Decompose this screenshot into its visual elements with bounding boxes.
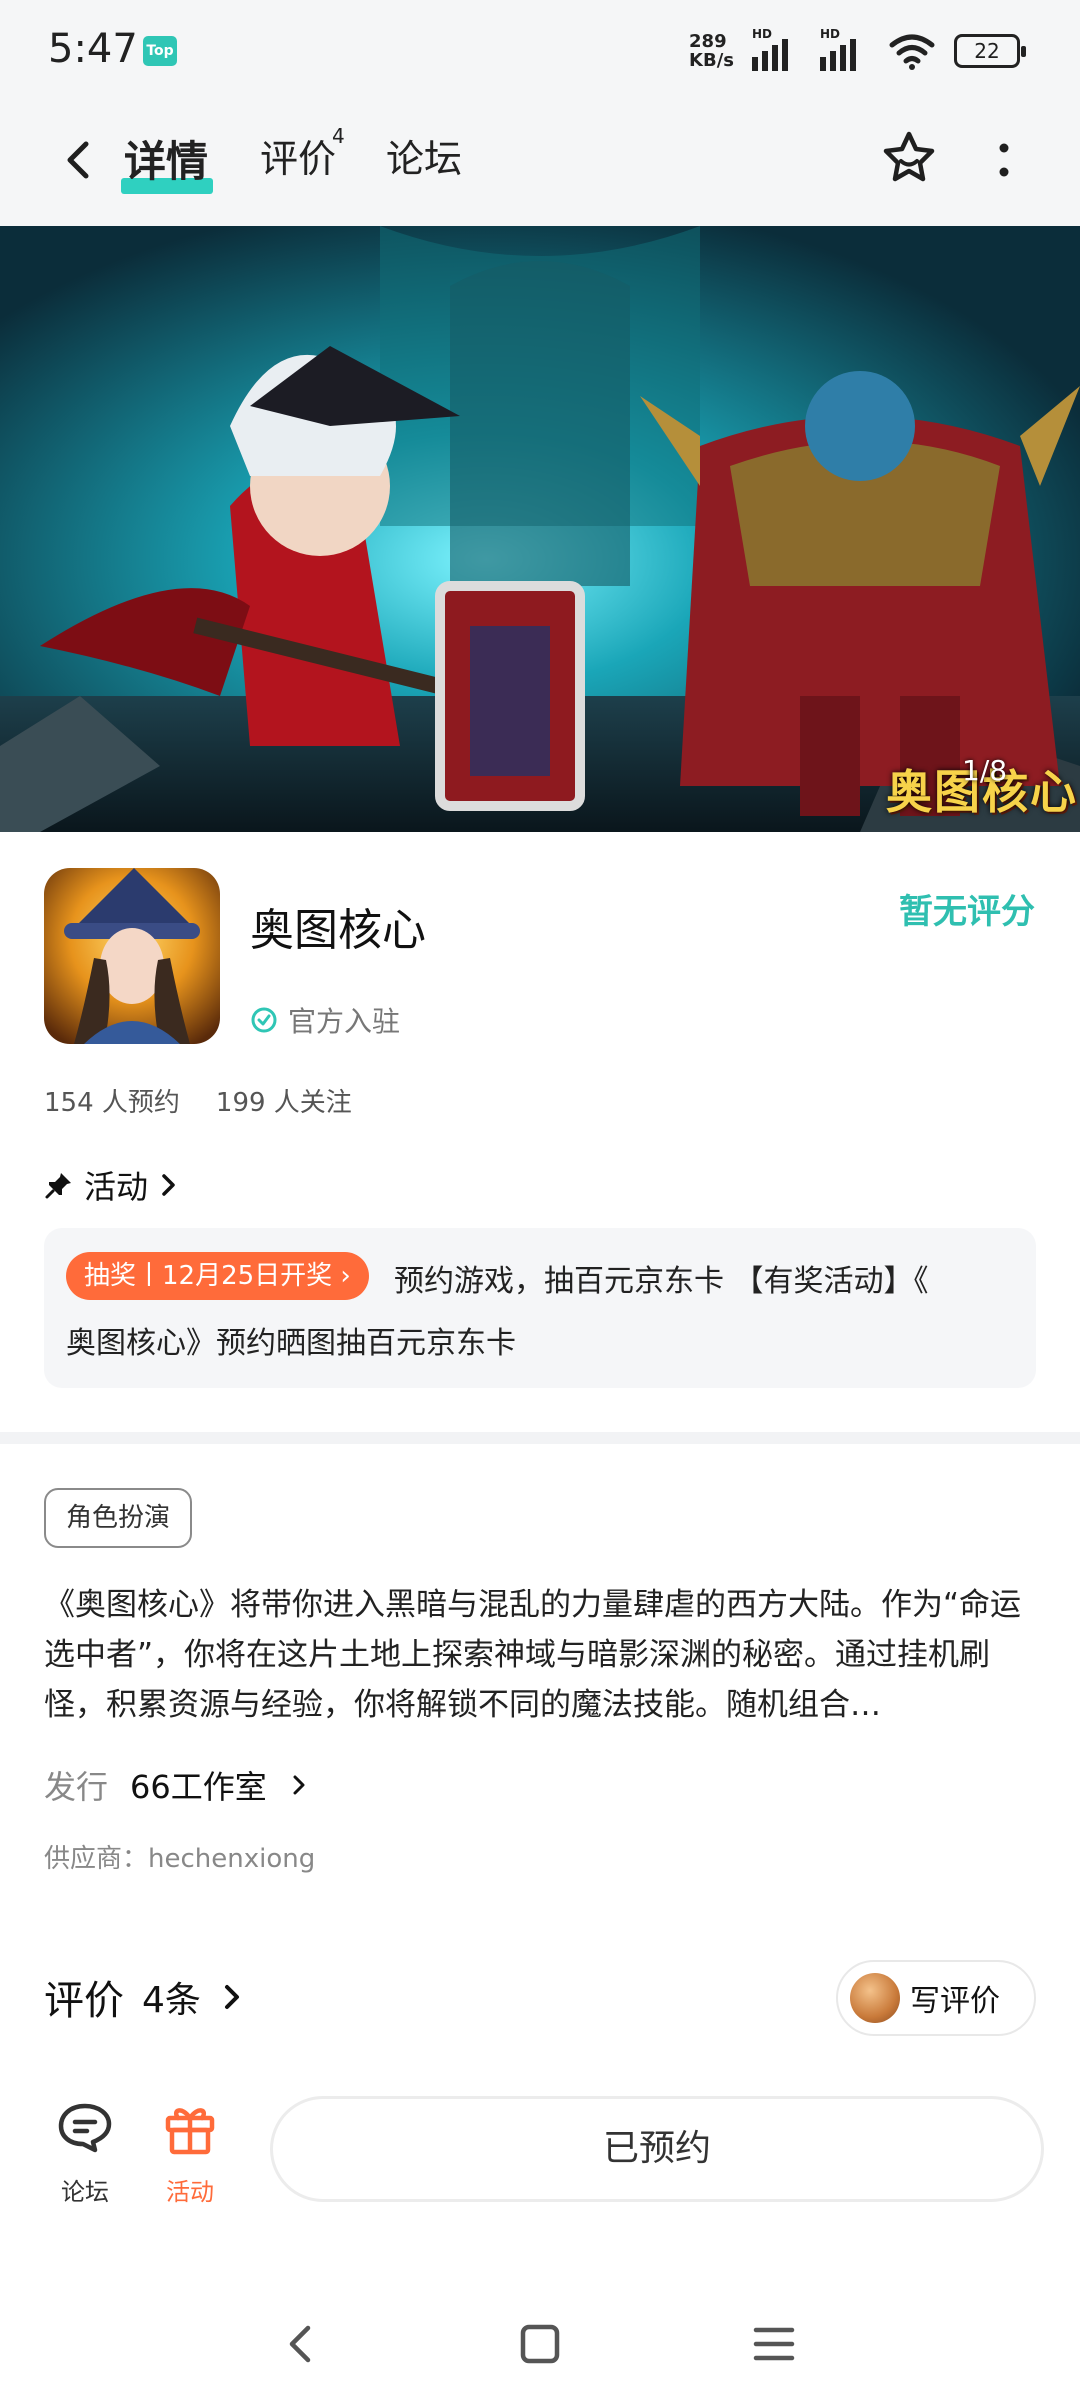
system-nav-bar (0, 2290, 1080, 2400)
reviews-title: 评价 (44, 1978, 124, 2024)
bottom-tab-forum[interactable]: 论坛 (35, 2098, 135, 2208)
activity-text-line1: 预约游戏，抽百元京东卡 【有奖活动】《 (394, 1264, 929, 1299)
section-divider (0, 1432, 1080, 1444)
tab-details-label: 详情 (124, 137, 209, 186)
rating-status: 暂无评分 (899, 892, 1035, 932)
write-review-button[interactable]: 写评价 (836, 1960, 1036, 2036)
chevron-right-icon (293, 1775, 305, 1795)
system-home-icon[interactable] (510, 2314, 570, 2374)
tab-reviews-count: 4 (332, 124, 345, 148)
clock: 5:47 (48, 26, 138, 72)
wifi-icon (889, 34, 935, 70)
lottery-badge: 抽奖丨12月25日开奖 › (66, 1252, 369, 1300)
gift-icon (165, 2108, 215, 2155)
user-avatar (850, 1973, 900, 2023)
activity-section-link[interactable]: 活动 (44, 1162, 180, 1208)
verified-badge: 官方入驻 (250, 1000, 400, 1040)
tab-reviews[interactable]: 评价 (260, 128, 336, 183)
publisher-name: 66工作室 (130, 1768, 267, 1806)
system-back-icon[interactable] (272, 2314, 332, 2374)
tab-details[interactable]: 详情 (124, 128, 208, 189)
network-speed-value: 289 (689, 31, 727, 52)
status-bar: 5:47 Top 289 KB/s HD HD 22 (0, 0, 1080, 100)
check-circle-icon (251, 1007, 277, 1033)
status-icons: 289 KB/s HD HD 22 (689, 27, 1026, 74)
banner-page-counter: 1/8 (962, 754, 1008, 787)
chevron-right-icon (224, 1985, 239, 2009)
activity-card[interactable]: 抽奖丨12月25日开奖 › 预约游戏，抽百元京东卡 【有奖活动】《 奥图核心》预… (44, 1228, 1036, 1388)
battery-icon: 22 (954, 34, 1026, 68)
verified-label: 官方入驻 (288, 1005, 401, 1038)
write-review-label: 写评价 (910, 1984, 1000, 2019)
app-icon (44, 868, 220, 1044)
banner-artwork (0, 226, 1080, 832)
genre-tag[interactable]: 角色扮演 (44, 1488, 193, 1548)
signal-hd-label: HD (752, 27, 773, 41)
signal-icon-2: HD (820, 27, 870, 71)
activity-text-line2: 奥图核心》预约晒图抽百元京东卡 (66, 1326, 516, 1361)
reviews-section-link[interactable]: 评价 4条 (44, 1968, 245, 2026)
network-speed: 289 KB/s (689, 32, 734, 70)
top-nav: 详情 评价 4 论坛 (0, 100, 1080, 226)
signal-hd-label-2: HD (820, 27, 841, 41)
reviews-count: 4条 (142, 1980, 201, 2021)
activity-heading: 活动 (84, 1168, 149, 1206)
chevron-right-icon (162, 1174, 175, 1196)
app-stats: 154 人预约 199 人关注 (44, 1082, 352, 1119)
top-app-notification-icon: Top (143, 36, 177, 66)
follow-count: 199 人关注 (215, 1088, 352, 1118)
reserved-button[interactable]: 已预约 (270, 2096, 1044, 2202)
back-arrow-icon[interactable] (50, 130, 110, 190)
pin-icon (45, 1173, 71, 1199)
reservation-count: 154 人预约 (44, 1088, 180, 1118)
chat-bubble-icon (58, 2103, 112, 2153)
network-speed-unit: KB/s (689, 50, 734, 71)
publisher-link[interactable]: 发行 66工作室 (44, 1762, 309, 1808)
game-description[interactable]: 《奥图核心》将带你进入黑暗与混乱的力量肆虐的西方大陆。作为“命运选中者”，你将在… (44, 1580, 1036, 1730)
bottom-tab-forum-label: 论坛 (61, 2178, 109, 2206)
bottom-tab-activity-label: 活动 (166, 2178, 214, 2206)
bottom-tab-activity[interactable]: 活动 (140, 2098, 240, 2208)
banner-carousel[interactable] (0, 226, 1080, 832)
supplier-info: 供应商：hechenxiong (44, 1844, 316, 1874)
more-options-icon[interactable] (984, 136, 1024, 186)
signal-icon: HD (752, 27, 802, 71)
tab-forum[interactable]: 论坛 (386, 128, 462, 183)
system-menu-icon[interactable] (744, 2314, 804, 2374)
publisher-label: 发行 (44, 1768, 109, 1806)
favorite-star-icon[interactable] (876, 126, 942, 192)
app-name: 奥图核心 (250, 905, 426, 956)
